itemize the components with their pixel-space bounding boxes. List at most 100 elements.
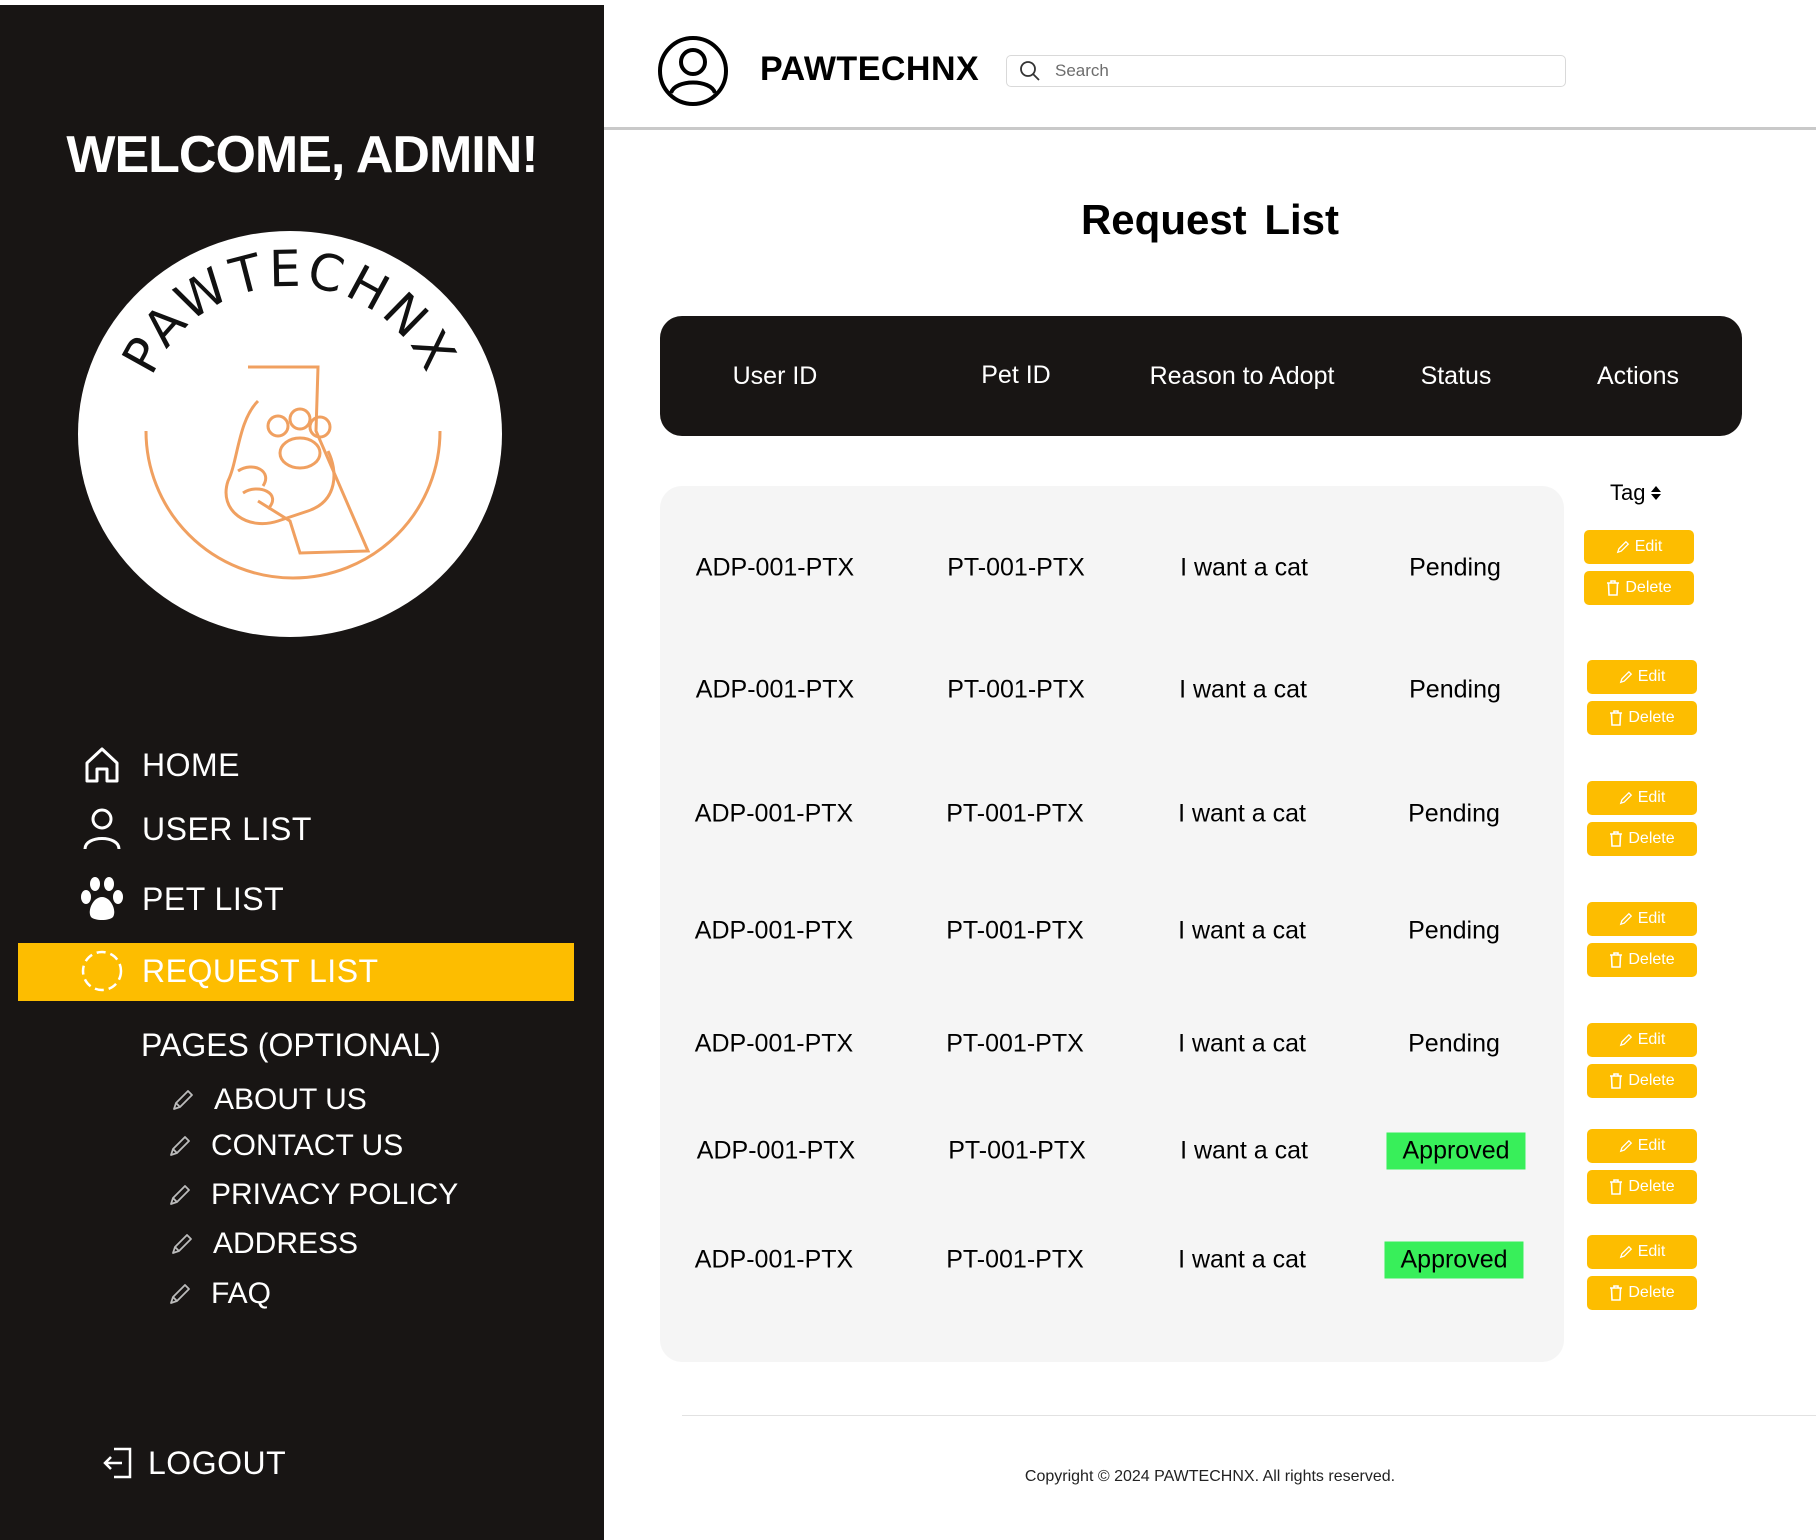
column-header-actions: Actions xyxy=(1597,362,1679,390)
trash-icon xyxy=(1609,831,1623,847)
search-icon xyxy=(1017,58,1043,84)
delete-button[interactable]: Delete xyxy=(1587,1276,1697,1310)
brand-name: PAWTECHNX xyxy=(760,50,980,88)
footer-divider xyxy=(682,1415,1816,1416)
edit-button[interactable]: Edit xyxy=(1587,902,1697,936)
table-header: User ID Pet ID Reason to Adopt Status Ac… xyxy=(660,316,1742,436)
edit-button[interactable]: Edit xyxy=(1587,1023,1697,1057)
page-label-privacy-policy: PRIVACY POLICY xyxy=(211,1178,459,1211)
cell-reason: I want a cat xyxy=(1179,675,1307,704)
page-item-contact-us[interactable]: CONTACT US xyxy=(165,1129,403,1163)
edit-label: Edit xyxy=(1637,1137,1666,1154)
cell-reason: I want a cat xyxy=(1180,553,1308,582)
page-item-address[interactable]: ADDRESS xyxy=(167,1227,358,1261)
welcome-heading: WELCOME, ADMIN! xyxy=(66,126,538,184)
edit-label: Edit xyxy=(1634,538,1663,555)
delete-label: Delete xyxy=(1628,830,1675,847)
status-badge: Pending xyxy=(1408,799,1500,828)
nav-item-home[interactable]: HOME xyxy=(80,743,240,787)
brand-logo: PAWTECHNX xyxy=(78,231,502,637)
page-item-faq[interactable]: FAQ xyxy=(165,1277,271,1311)
delete-button[interactable]: Delete xyxy=(1587,943,1697,977)
edit-button[interactable]: Edit xyxy=(1587,1129,1697,1163)
delete-button[interactable]: Delete xyxy=(1587,1064,1697,1098)
cell-user-id: ADP-001-PTX xyxy=(694,916,854,945)
column-header-pet-id: Pet ID xyxy=(981,361,1051,389)
page-label-contact-us: CONTACT US xyxy=(211,1129,404,1162)
cell-pet-id: PT-001-PTX xyxy=(947,553,1085,582)
nav-item-user-list[interactable]: USER LIST xyxy=(80,807,312,851)
edit-button[interactable]: Edit xyxy=(1587,660,1697,694)
edit-label: Edit xyxy=(1637,910,1666,927)
tag-sort-label: Tag xyxy=(1610,480,1646,505)
delete-label: Delete xyxy=(1628,1284,1675,1301)
cell-reason: I want a cat xyxy=(1178,1245,1306,1274)
user-avatar-icon[interactable] xyxy=(657,35,729,107)
search-input[interactable] xyxy=(1053,60,1533,82)
nav-label-home: HOME xyxy=(142,746,240,783)
edit-button[interactable]: Edit xyxy=(1584,530,1694,564)
pencil-icon xyxy=(165,1180,195,1210)
pencil-icon xyxy=(165,1279,195,1309)
status-badge: Pending xyxy=(1408,1029,1500,1058)
cell-user-id: ADP-001-PTX xyxy=(695,675,855,704)
footer-copyright: Copyright © 2024 PAWTECHNX. All rights r… xyxy=(1024,1468,1396,1485)
edit-label: Edit xyxy=(1637,1031,1666,1048)
trash-icon xyxy=(1609,1285,1623,1301)
sidebar: WELCOME, ADMIN! PAWTECHNX HOME USER LIST… xyxy=(0,5,604,1540)
status-badge: Pending xyxy=(1409,675,1501,704)
edit-button[interactable]: Edit xyxy=(1587,1235,1697,1269)
cell-reason: I want a cat xyxy=(1178,916,1306,945)
paw-icon xyxy=(80,877,124,921)
tag-sort-button[interactable]: Tag xyxy=(1610,480,1663,506)
home-icon xyxy=(80,743,124,787)
top-header: PAWTECHNX xyxy=(604,0,1816,130)
cell-reason: I want a cat xyxy=(1178,799,1306,828)
cell-user-id: ADP-001-PTX xyxy=(694,1245,854,1274)
search-bar[interactable] xyxy=(1006,55,1566,87)
pencil-icon xyxy=(168,1085,198,1115)
nav-item-pet-list[interactable]: PET LIST xyxy=(80,877,284,921)
cell-reason: I want a cat xyxy=(1180,1136,1308,1165)
pencil-icon xyxy=(1619,791,1633,805)
trash-icon xyxy=(1606,580,1620,596)
page-title: Request List xyxy=(1080,196,1340,243)
pencil-icon xyxy=(1619,912,1633,926)
pencil-icon xyxy=(1616,540,1630,554)
cell-user-id: ADP-001-PTX xyxy=(695,553,855,582)
delete-button[interactable]: Delete xyxy=(1587,701,1697,735)
page-item-privacy-policy[interactable]: PRIVACY POLICY xyxy=(165,1178,458,1212)
cell-user-id: ADP-001-PTX xyxy=(696,1136,856,1165)
user-icon xyxy=(80,807,124,851)
page-item-about-us[interactable]: ABOUT US xyxy=(168,1083,367,1117)
cell-pet-id: PT-001-PTX xyxy=(946,799,1084,828)
pencil-icon xyxy=(1619,1139,1633,1153)
pencil-icon xyxy=(167,1229,197,1259)
page-label-address: ADDRESS xyxy=(213,1227,359,1260)
delete-label: Delete xyxy=(1628,1072,1675,1089)
pencil-icon xyxy=(1619,1245,1633,1259)
pencil-icon xyxy=(1619,1033,1633,1047)
nav-item-request-list-content[interactable]: REQUEST LIST xyxy=(80,949,379,993)
delete-button[interactable]: Delete xyxy=(1584,571,1694,605)
nav-label-user-list: USER LIST xyxy=(142,810,312,847)
column-header-reason: Reason to Adopt xyxy=(1149,362,1335,390)
pencil-icon xyxy=(165,1131,195,1161)
cell-pet-id: PT-001-PTX xyxy=(946,916,1084,945)
column-header-user-id: User ID xyxy=(732,362,818,390)
delete-button[interactable]: Delete xyxy=(1587,822,1697,856)
page-label-faq: FAQ xyxy=(211,1277,272,1310)
pencil-icon xyxy=(1619,670,1633,684)
sort-icon xyxy=(1649,485,1663,501)
edit-button[interactable]: Edit xyxy=(1587,781,1697,815)
logout-icon xyxy=(100,1441,136,1485)
cell-pet-id: PT-001-PTX xyxy=(948,1136,1086,1165)
status-badge: Approved xyxy=(1386,1132,1526,1170)
delete-button[interactable]: Delete xyxy=(1587,1170,1697,1204)
edit-label: Edit xyxy=(1637,668,1666,685)
column-header-status: Status xyxy=(1420,362,1492,390)
trash-icon xyxy=(1609,710,1623,726)
cell-reason: I want a cat xyxy=(1178,1029,1306,1058)
logout-button[interactable]: LOGOUT xyxy=(100,1441,286,1485)
cell-pet-id: PT-001-PTX xyxy=(947,675,1085,704)
